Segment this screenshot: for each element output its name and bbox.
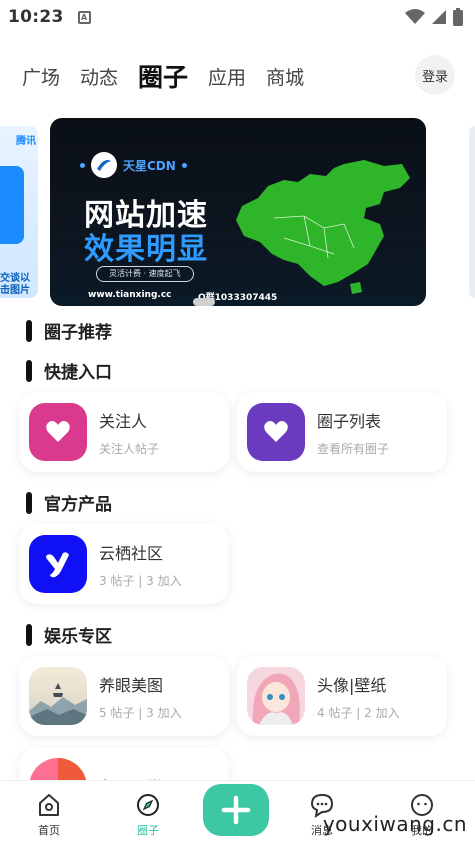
card-yunqi[interactable]: 云栖社区 3 帖子 | 3 加入 [19,524,229,604]
banner-brand: 天星CDN [123,158,176,173]
status-indicators [405,8,463,26]
card-pretty-pics[interactable]: 养眼美图 5 帖子 | 3 加入 [19,656,229,736]
banner-brand-row: 天星CDN [80,152,187,178]
card-circle-list-title: 圈子列表 [317,411,382,431]
card-yunqi-sub: 3 帖子 | 3 加入 [99,573,182,588]
banner-site: www.tianxing.cc [88,290,172,300]
notification-a-icon: A [77,10,91,24]
card-yunqi-title: 云栖社区 [99,543,164,563]
status-time: 10:23 [8,7,64,27]
banner-slogan: 灵活计费 · 速度起飞 [96,266,194,282]
anime-avatar-icon [247,667,305,725]
card-avatar-wallpaper-title: 头像|壁纸 [317,675,387,695]
tab-home[interactable]: 首页 [19,792,79,838]
compass-icon [137,794,159,816]
card-avatar-wallpaper-sub: 4 帖子 | 2 加入 [317,705,400,720]
section-quick: 快捷入口 [26,358,112,383]
landscape-image-icon [29,667,87,725]
cdn-logo-icon [91,152,117,178]
section-official: 官方产品 [26,490,112,515]
banner-main[interactable]: 天星CDN 网站加速 效果明显 灵活计费 · 速度起飞 www.tianxing… [50,118,426,306]
banner-prev-text1: 交谈以 [0,273,30,284]
card-circle-list-sub: 查看所有圈子 [317,441,390,456]
tab-apps[interactable]: 应用 [208,63,246,90]
section-recommend-title: 圈子推荐 [44,323,112,343]
banner-prev-slide[interactable]: 腾讯 交谈以 击图片 [0,126,38,298]
tab-circle[interactable]: 圈子 [118,792,178,838]
tab-square[interactable]: 广场 [22,63,60,90]
login-button[interactable]: 登录 [415,55,455,95]
top-nav: 广场 动态 圈子 应用 商城 登录 [0,52,475,100]
card-follow-title: 关注人 [99,411,148,431]
section-entertainment-title: 娱乐专区 [44,627,112,647]
section-official-title: 官方产品 [44,495,112,515]
card-avatar-wallpaper[interactable]: 头像|壁纸 4 帖子 | 2 加入 [237,656,447,736]
section-bar [26,623,32,646]
section-bar [26,319,32,342]
battery-icon [453,8,463,26]
home-icon [39,794,59,816]
plus-icon [221,795,251,825]
card-circle-list[interactable]: 圈子列表 查看所有圈子 [237,392,447,472]
tab-circle-label: 圈子 [137,824,159,837]
china-map-icon [236,160,410,294]
create-post-button[interactable] [203,784,269,836]
banner-next-slide[interactable] [469,126,475,298]
tab-feed[interactable]: 动态 [80,63,118,90]
card-follow-sub: 关注人帖子 [99,441,160,456]
watermark: youxiwang.cn [322,812,467,836]
card-pretty-pics-sub: 5 帖子 | 3 加入 [99,705,182,720]
banner-pager-dot [193,298,215,306]
status-bar: 10:23 A [0,0,475,34]
section-recommend: 圈子推荐 [26,318,112,343]
section-quick-title: 快捷入口 [44,363,112,383]
section-entertainment: 娱乐专区 [26,622,112,647]
banner-prev-text2: 击图片 [0,285,30,296]
tab-circles[interactable]: 圈子 [138,58,188,94]
section-bar [26,359,32,382]
card-follow[interactable]: 关注人 关注人帖子 [19,392,229,472]
section-bar [26,491,32,514]
banner-prev-brand: 腾讯 [16,136,36,147]
banner-headline-2: 效果明显 [84,232,208,267]
wifi-icon [405,9,425,24]
bottom-tab-bar: 首页 圈子 消息 我的 youxiwang.cn [0,780,475,844]
heart-icon [29,403,87,461]
tab-mall[interactable]: 商城 [266,63,304,90]
tab-home-label: 首页 [38,824,60,837]
signal-icon [432,10,446,24]
yunqi-logo-icon [29,535,87,593]
heart-icon [247,403,305,461]
card-pretty-pics-title: 养眼美图 [99,675,164,695]
